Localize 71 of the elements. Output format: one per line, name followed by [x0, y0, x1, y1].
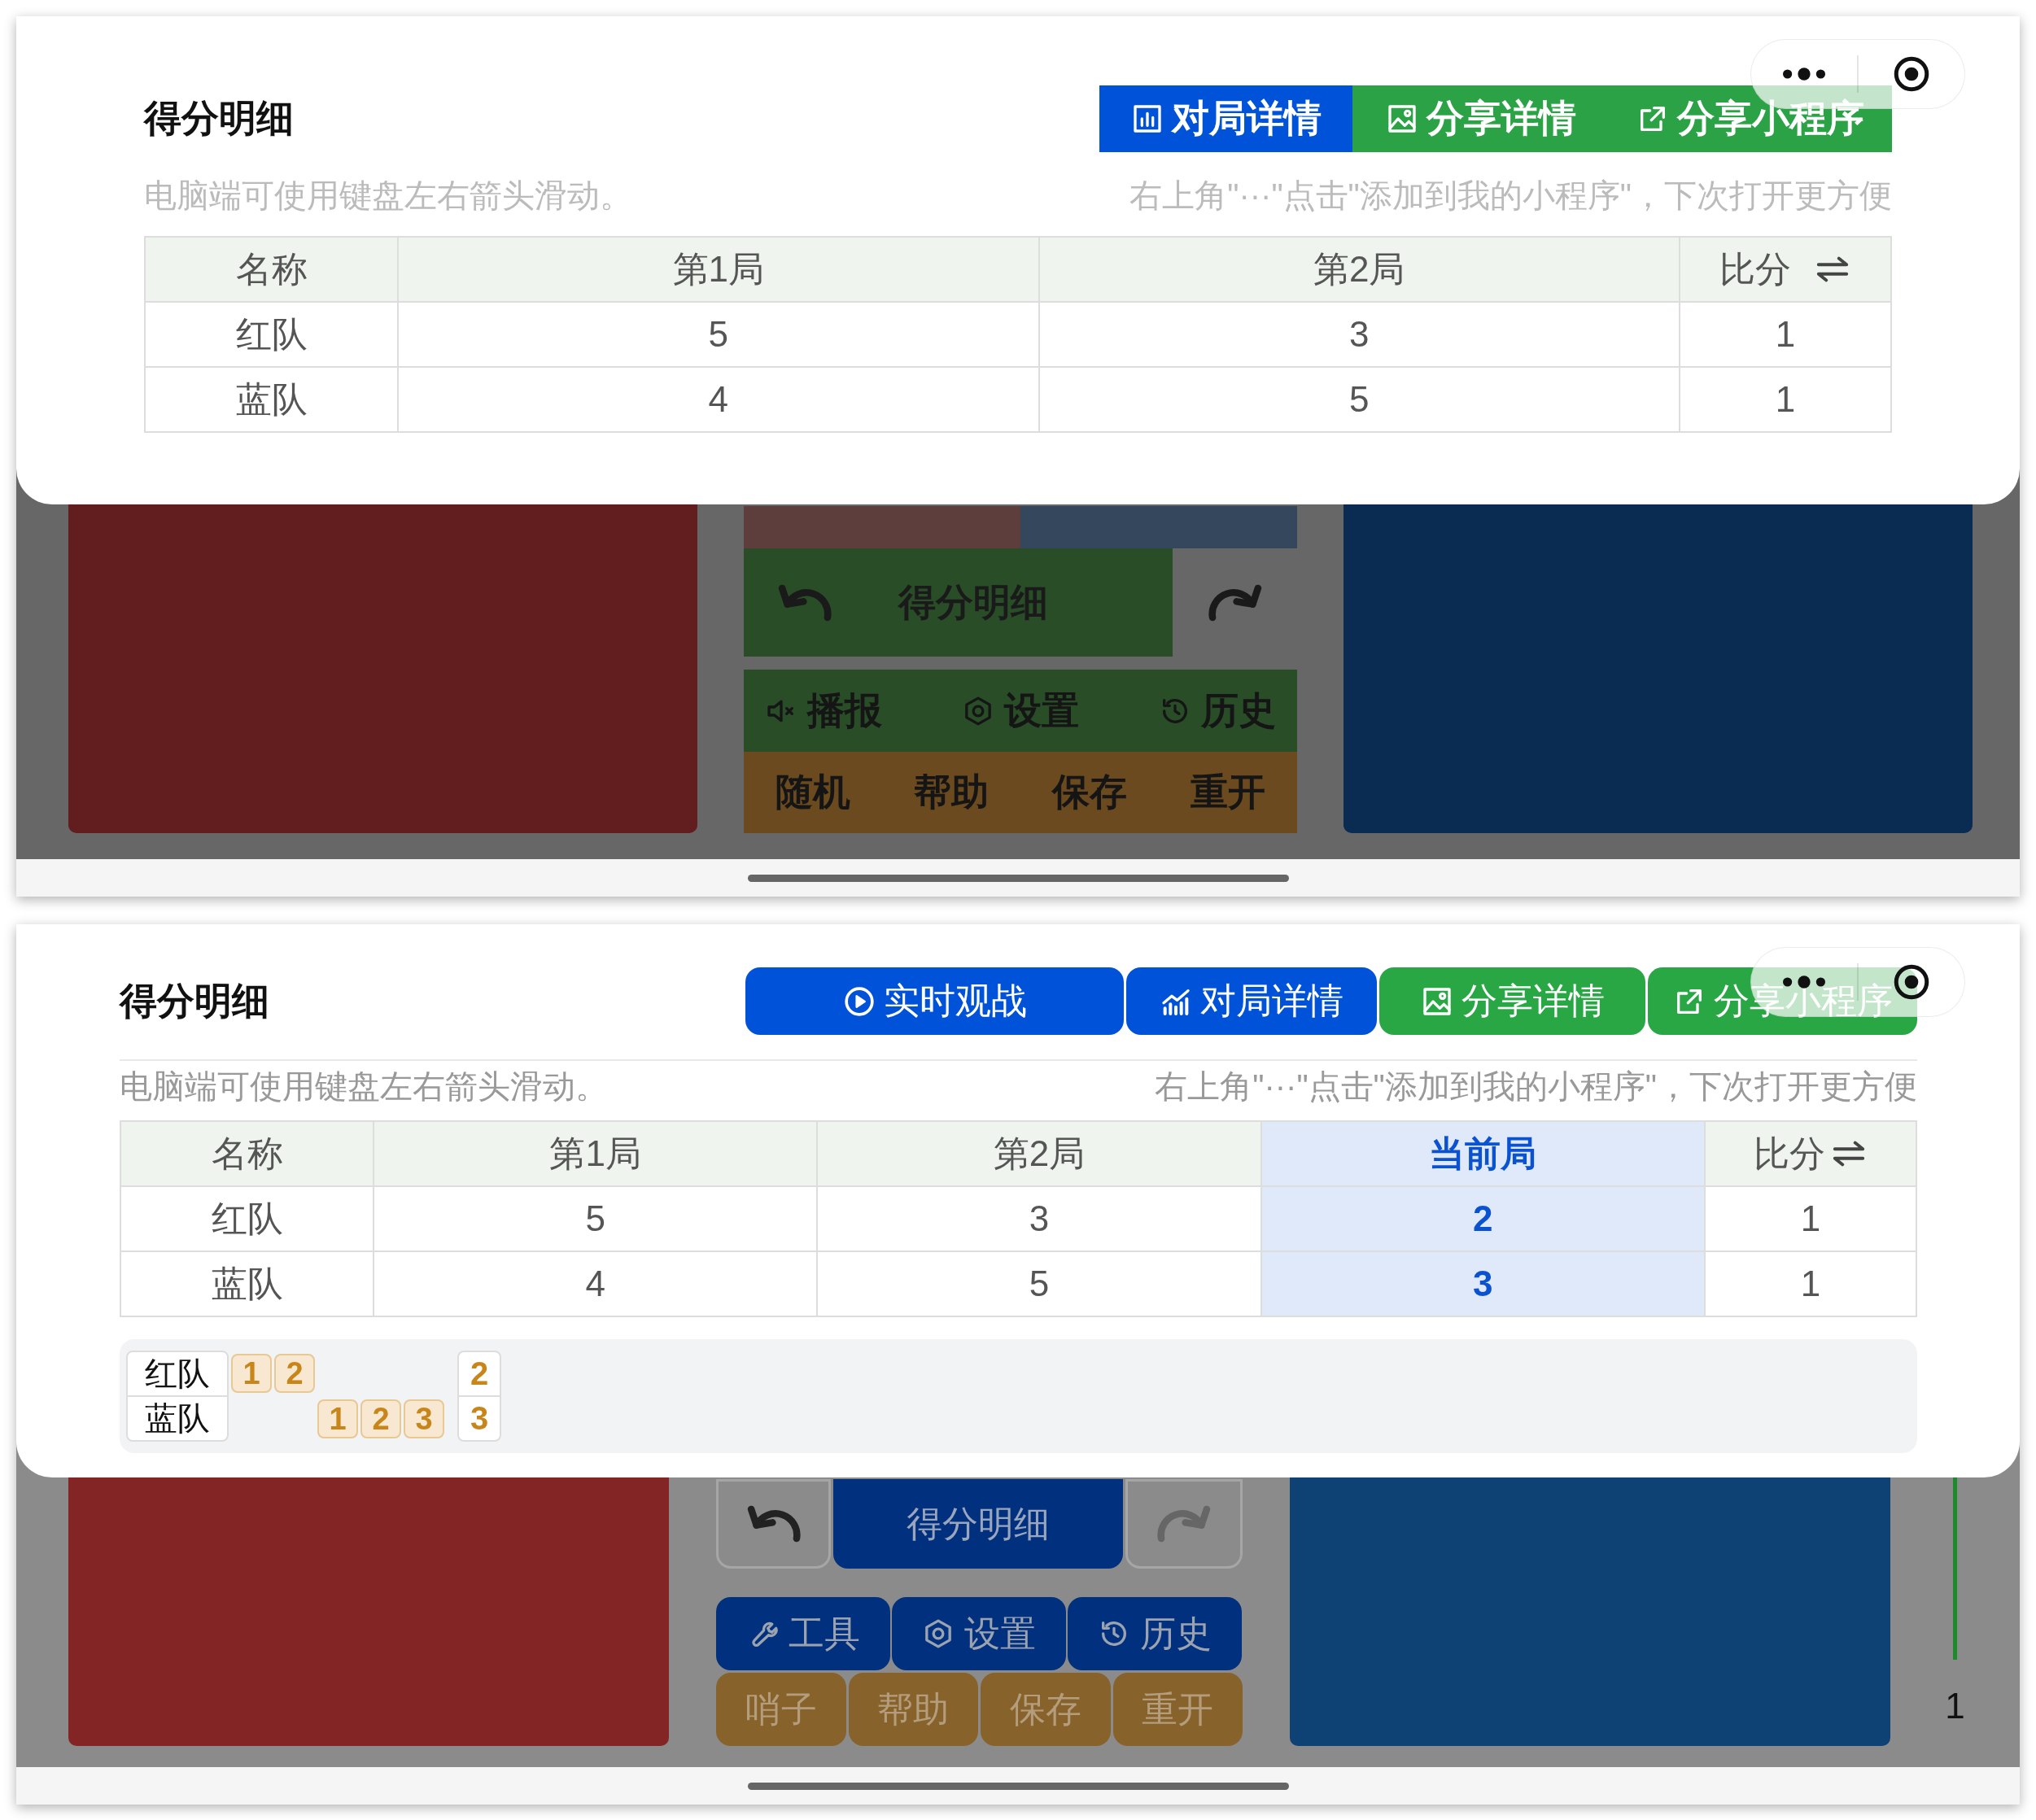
- action-button[interactable]: 分享详情: [1352, 85, 1609, 152]
- table-cell: 蓝队: [146, 368, 399, 433]
- hint-text: 电脑端可使用键盘左右箭头滑动。: [120, 1067, 608, 1106]
- sheet-title: 得分明细: [120, 978, 269, 1023]
- column-header: 当前局: [1261, 1122, 1706, 1187]
- side-number: 1: [1945, 1686, 1965, 1726]
- column-header: 比分: [1680, 238, 1892, 303]
- action-button[interactable]: 对局详情: [1126, 967, 1377, 1035]
- hint-text: 右上角"···"点击"添加到我的小程序"，下次打开更方便: [1129, 177, 1892, 215]
- tool-button[interactable]: 工具: [716, 1597, 890, 1670]
- redo-icon: [1208, 583, 1262, 622]
- action-button[interactable]: 对局详情: [1099, 85, 1352, 152]
- tool-button[interactable]: 历史: [1068, 1597, 1242, 1670]
- action-button[interactable]: 分享详情: [1379, 967, 1645, 1035]
- column-header: 比分: [1706, 1122, 1917, 1187]
- tool-button[interactable]: 帮助: [914, 752, 989, 833]
- undo-icon: [778, 583, 832, 622]
- sheet-title: 得分明细: [144, 96, 294, 141]
- tool-button[interactable]: 播报: [765, 670, 882, 752]
- table-cell: 3: [818, 1187, 1262, 1252]
- tool-button[interactable]: 保存: [1052, 752, 1127, 833]
- redo-icon: [1157, 1505, 1211, 1543]
- column-header: 第1局: [399, 238, 1040, 303]
- point-badge: 2: [274, 1354, 315, 1393]
- play-icon: [842, 984, 876, 1018]
- tool-button[interactable]: 设置: [962, 670, 1079, 752]
- table-cell: 5: [818, 1252, 1262, 1317]
- table-cell: 1: [1680, 368, 1892, 433]
- table-cell: 1: [1680, 303, 1892, 368]
- table-cell: 4: [374, 1252, 819, 1317]
- table-cell: 3: [1261, 1252, 1706, 1317]
- table-cell: 3: [1039, 303, 1680, 368]
- point-badge: 1: [317, 1399, 358, 1438]
- redo-button[interactable]: [1125, 1479, 1243, 1569]
- table-cell: 蓝队: [121, 1252, 374, 1317]
- column-header: 第2局: [818, 1122, 1262, 1187]
- column-header: 名称: [146, 238, 399, 303]
- table-cell: 5: [1039, 368, 1680, 433]
- tool-button[interactable]: 重开: [1191, 752, 1265, 833]
- table-cell: 5: [374, 1187, 819, 1252]
- table-cell: 红队: [121, 1187, 374, 1252]
- table-cell: 2: [1261, 1187, 1706, 1252]
- hint-text: 电脑端可使用键盘左右箭头滑动。: [144, 177, 632, 215]
- table-cell: 1: [1706, 1187, 1917, 1252]
- column-header: 第1局: [374, 1122, 819, 1187]
- table-cell: 1: [1706, 1252, 1917, 1317]
- point-badge: 3: [404, 1399, 444, 1438]
- action-button[interactable]: 实时观战: [745, 967, 1124, 1035]
- team-label: 红队: [126, 1351, 229, 1396]
- point-badge: 1: [231, 1354, 272, 1393]
- column-header: 第2局: [1039, 238, 1680, 303]
- tool-button[interactable]: 随机: [776, 752, 850, 833]
- more-icon: [1783, 68, 1825, 81]
- column-header: 名称: [121, 1122, 374, 1187]
- undo-icon: [746, 1505, 801, 1543]
- tool-button[interactable]: 历史: [1159, 670, 1276, 752]
- table-cell: 4: [399, 368, 1040, 433]
- tool-button[interactable]: 保存: [981, 1673, 1111, 1746]
- tool-button[interactable]: 设置: [892, 1597, 1066, 1670]
- table-cell: 红队: [146, 303, 399, 368]
- tool-button[interactable]: 帮助: [848, 1673, 978, 1746]
- score-detail-button[interactable]: 得分明细: [833, 1479, 1123, 1569]
- total-score: 2: [457, 1351, 501, 1396]
- undo-button[interactable]: [716, 1479, 831, 1569]
- total-score: 3: [457, 1396, 501, 1442]
- team-label: 蓝队: [126, 1396, 229, 1442]
- tool-button[interactable]: 哨子: [716, 1673, 846, 1746]
- point-badge: 2: [360, 1399, 401, 1438]
- tool-button[interactable]: 重开: [1112, 1673, 1243, 1746]
- hint-text: 右上角"···"点击"添加到我的小程序"，下次打开更方便: [1155, 1067, 1917, 1106]
- table-cell: 5: [399, 303, 1040, 368]
